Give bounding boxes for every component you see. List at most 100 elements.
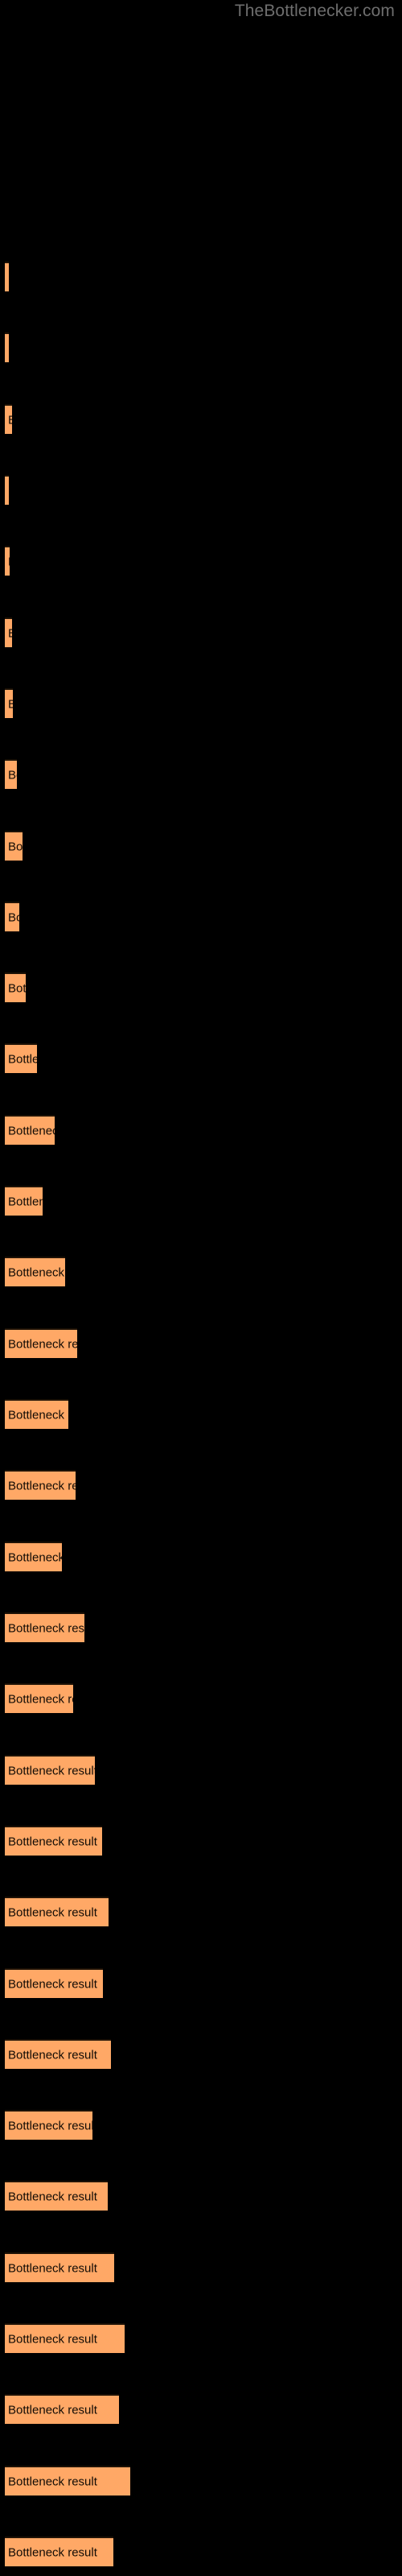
bar: Bottleneck result	[5, 2466, 130, 2496]
bar-label: Bottleneck result	[8, 2190, 97, 2203]
bar-label: Bottleneck result	[8, 1052, 37, 1066]
bar-label: Bottleneck result	[8, 555, 10, 568]
bar: Bottleneck result	[5, 1115, 55, 1145]
bar: Bottleneck result	[5, 1328, 77, 1358]
bar-row: Bottleneck result	[0, 1683, 402, 1713]
bar-row: Bottleneck result	[0, 617, 402, 647]
bar-row: Bottleneck result	[0, 1826, 402, 1856]
bar-row: Bottleneck result	[0, 2466, 402, 2496]
bar-label: Bottleneck result	[8, 485, 9, 497]
bar: Bottleneck result	[5, 2039, 111, 2069]
bar: Bottleneck result	[5, 688, 13, 718]
bar: Bottleneck result	[5, 831, 23, 861]
bar-label: Bottleneck result	[8, 910, 19, 924]
bar-row: Bottleneck result	[0, 759, 402, 789]
bar-label: Bottleneck result	[8, 1621, 84, 1635]
bar: Bottleneck result	[5, 2181, 108, 2211]
bar-row: Bottleneck result	[0, 2181, 402, 2211]
bar-label: Bottleneck result	[8, 1265, 65, 1279]
bar-row: Bottleneck result	[0, 262, 402, 291]
bottleneck-chart-page: TheBottlenecker.com Bottleneck resultBot…	[0, 0, 402, 2576]
bar: Bottleneck result	[5, 2323, 125, 2353]
bar-row: Bottleneck result	[0, 475, 402, 505]
bar: Bottleneck result	[5, 262, 9, 291]
bar-label: Bottleneck result	[8, 342, 9, 354]
bar-label: Bottleneck result	[8, 271, 9, 283]
bar-label: Bottleneck result	[8, 1835, 97, 1848]
bar-row: Bottleneck result	[0, 1612, 402, 1642]
bar-label: Bottleneck result	[8, 1764, 95, 1777]
bar: Bottleneck result	[5, 2394, 119, 2424]
bar-row: Bottleneck result	[0, 1968, 402, 1998]
bar-row: Bottleneck result	[0, 902, 402, 931]
bar-row: Bottleneck result	[0, 1755, 402, 1785]
bar-label: Bottleneck result	[8, 698, 13, 710]
bar-label: Bottleneck result	[8, 1692, 73, 1706]
bar-row: Bottleneck result	[0, 2110, 402, 2140]
bar-label: Bottleneck result	[8, 2119, 92, 2132]
bar-row: Bottleneck result	[0, 2537, 402, 2566]
bar-label: Bottleneck result	[8, 1408, 68, 1422]
bar-row: Bottleneck result	[0, 1115, 402, 1145]
bar-row: Bottleneck result	[0, 688, 402, 718]
bar-row: Bottleneck result	[0, 332, 402, 362]
bar: Bottleneck result	[5, 2252, 114, 2282]
bar: Bottleneck result	[5, 759, 17, 789]
bar-row: Bottleneck result	[0, 1542, 402, 1571]
bar: Bottleneck result	[5, 1755, 95, 1785]
bar: Bottleneck result	[5, 1683, 73, 1713]
bar-row: Bottleneck result	[0, 831, 402, 861]
bar-row: Bottleneck result	[0, 972, 402, 1002]
bar-row: Bottleneck result	[0, 404, 402, 434]
bar-label: Bottleneck result	[8, 2545, 97, 2559]
bar-label: Bottleneck result	[8, 1479, 76, 1492]
bar-label: Bottleneck result	[8, 768, 17, 782]
bar-row: Bottleneck result	[0, 1897, 402, 1926]
bar-row: Bottleneck result	[0, 1186, 402, 1216]
bar: Bottleneck result	[5, 1542, 62, 1571]
bar: Bottleneck result	[5, 1257, 65, 1286]
bar-label: Bottleneck result	[8, 414, 12, 426]
bar-label: Bottleneck result	[8, 1550, 62, 1564]
bar-row: Bottleneck result	[0, 1043, 402, 1073]
bar-row: Bottleneck result	[0, 1470, 402, 1500]
bar-label: Bottleneck result	[8, 1124, 55, 1137]
bar: Bottleneck result	[5, 1826, 102, 1856]
bar-label: Bottleneck result	[8, 1905, 97, 1919]
bar-label: Bottleneck result	[8, 840, 23, 853]
bar: Bottleneck result	[5, 475, 9, 505]
bar: Bottleneck result	[5, 617, 12, 647]
bar-label: Bottleneck result	[8, 1977, 97, 1991]
bar-row: Bottleneck result	[0, 2323, 402, 2353]
bar: Bottleneck result	[5, 546, 10, 576]
horizontal-bar-chart: Bottleneck result Bottleneck result Bottle…	[0, 0, 402, 2576]
bar: Bottleneck result	[5, 1968, 103, 1998]
bar-label: Bottleneck result	[8, 627, 12, 639]
bar-row: Bottleneck result	[0, 2394, 402, 2424]
bar: Bottleneck result	[5, 2537, 113, 2566]
bar: Bottleneck result	[5, 902, 19, 931]
bar-row: Bottleneck result	[0, 1257, 402, 1286]
bar: Bottleneck result	[5, 2110, 92, 2140]
bar-label: Bottleneck result	[8, 981, 26, 995]
bar-label: Bottleneck result	[8, 2332, 97, 2346]
bar: Bottleneck result	[5, 972, 26, 1002]
bar-row: Bottleneck result	[0, 2039, 402, 2069]
bar: Bottleneck result	[5, 1399, 68, 1429]
bar: Bottleneck result	[5, 1470, 76, 1500]
bar: Bottleneck result	[5, 1612, 84, 1642]
bar-label: Bottleneck result	[8, 2048, 97, 2062]
bar-row: Bottleneck result	[0, 546, 402, 576]
bar-label: Bottleneck result	[8, 1195, 43, 1208]
bar-row: Bottleneck result	[0, 1399, 402, 1429]
bar-label: Bottleneck result	[8, 2403, 97, 2417]
bar: Bottleneck result	[5, 1186, 43, 1216]
bar-row: Bottleneck result	[0, 2252, 402, 2282]
bar-label: Bottleneck result	[8, 2475, 97, 2488]
bar: Bottleneck result	[5, 332, 9, 362]
bar: Bottleneck result	[5, 1897, 109, 1926]
bar: Bottleneck result	[5, 404, 12, 434]
bar: Bottleneck result	[5, 1043, 37, 1073]
bar-row: Bottleneck result	[0, 1328, 402, 1358]
bar-label: Bottleneck result	[8, 2261, 97, 2275]
